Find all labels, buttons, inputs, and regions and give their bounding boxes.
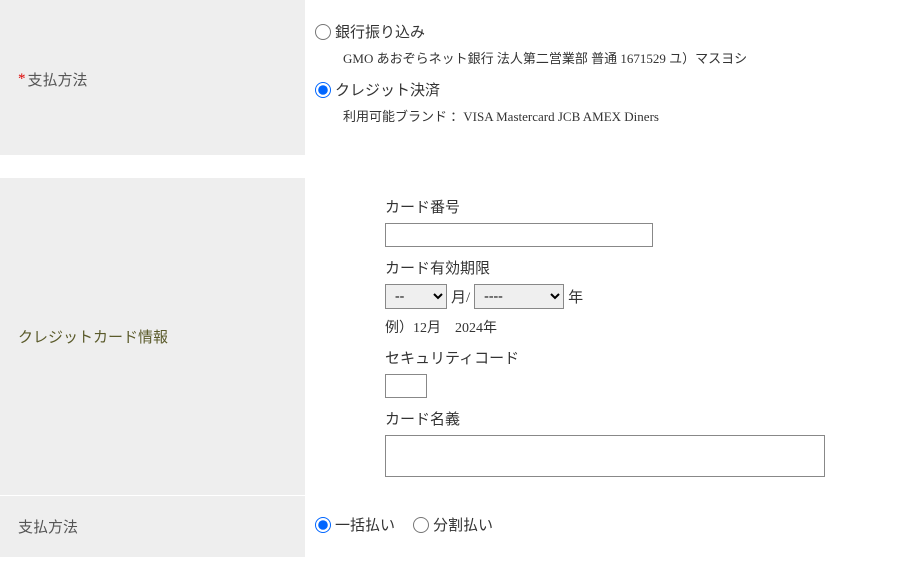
lump-sum-option[interactable]: 一括払い [315,514,395,535]
bank-transfer-label: 銀行振り込み [335,21,425,42]
payment-type-label-cell: 支払方法 [0,496,305,557]
bank-transfer-option[interactable]: 銀行振り込み [315,21,890,42]
credit-payment-label: クレジット決済 [335,79,440,100]
spacer [0,156,900,178]
lump-sum-label: 一括払い [335,514,395,535]
month-suffix: 月/ [451,286,470,307]
credit-card-fields: カード番号 カード有効期限 -- 月/ ---- 年 例）12月 2024年 セ… [305,178,900,495]
installment-radio[interactable] [413,517,429,533]
payment-type-radio-group: 一括払い 分割払い [315,514,890,535]
expiry-example: 例）12月 2024年 [385,317,890,337]
installment-option[interactable]: 分割払い [413,514,493,535]
required-mark: * [18,71,26,88]
credit-card-info-row: クレジットカード情報 カード番号 カード有効期限 -- 月/ ---- 年 例）… [0,178,900,496]
year-suffix: 年 [568,286,583,307]
expiry-row: -- 月/ ---- 年 [385,284,890,309]
security-code-input[interactable] [385,374,427,398]
installment-label: 分割払い [433,514,493,535]
payment-method-row: * 支払方法 銀行振り込み GMO あおぞらネット銀行 法人第二営業部 普通 1… [0,3,900,156]
lump-sum-radio[interactable] [315,517,331,533]
checkout-form: * 支払方法 銀行振り込み GMO あおぞらネット銀行 法人第二営業部 普通 1… [0,0,900,558]
card-number-input[interactable] [385,223,653,247]
payment-type-label: 支払方法 [18,516,78,537]
payment-method-label: 支払方法 [28,69,88,90]
credit-payment-detail: 利用可能ブランド ：VISA Mastercard JCB AMEX Diner… [343,106,890,125]
expiry-month-select[interactable]: -- [385,284,447,309]
credit-card-field-group: カード番号 カード有効期限 -- 月/ ---- 年 例）12月 2024年 セ… [315,196,890,477]
payment-type-options: 一括払い 分割払い [305,496,900,557]
bank-transfer-radio[interactable] [315,24,331,40]
credit-card-section-label: クレジットカード情報 [18,326,168,347]
credit-payment-radio[interactable] [315,82,331,98]
credit-card-label-cell: クレジットカード情報 [0,178,305,495]
bank-transfer-detail: GMO あおぞらネット銀行 法人第二営業部 普通 1671529 ユ）マスヨシ [343,48,890,67]
cardholder-label: カード名義 [385,408,890,429]
expiry-label: カード有効期限 [385,257,890,278]
card-number-label: カード番号 [385,196,890,217]
expiry-year-select[interactable]: ---- [474,284,564,309]
cardholder-name-input[interactable] [385,435,825,477]
credit-payment-option[interactable]: クレジット決済 [315,79,890,100]
security-code-label: セキュリティコード [385,347,890,368]
payment-type-row: 支払方法 一括払い 分割払い [0,496,900,558]
payment-method-options: 銀行振り込み GMO あおぞらネット銀行 法人第二営業部 普通 1671529 … [305,3,900,155]
payment-method-label-cell: * 支払方法 [0,3,305,155]
